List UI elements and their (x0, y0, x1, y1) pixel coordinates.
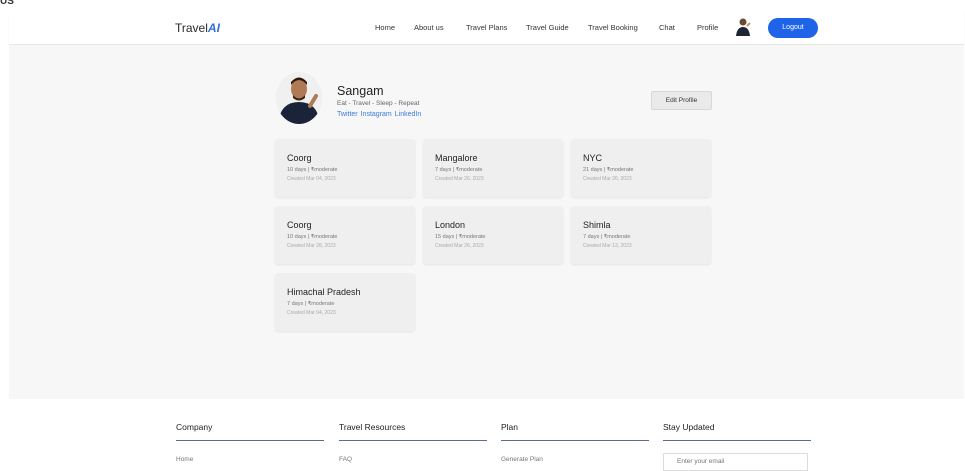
plan-meta: 7 days | ₹moderate (583, 234, 631, 240)
plan-title: London (435, 220, 466, 230)
plan-card[interactable]: Himachal Pradesh 7 days | ₹moderate Crea… (275, 273, 415, 331)
plan-meta: 15 days | ₹moderate (435, 234, 486, 240)
top-navbar: TravelAI Home About us Travel Plans Trav… (9, 12, 964, 45)
plan-created-date: Created Mar 26, 2023 (435, 176, 484, 182)
twitter-link[interactable]: Twitter (337, 111, 358, 118)
profile-name: Sangam (337, 84, 384, 98)
nav-travel-plans[interactable]: Travel Plans (466, 23, 507, 32)
plan-created-date: Created Mar 26, 2023 (583, 176, 632, 182)
footer-heading-travel-resources: Travel Resources (339, 422, 487, 441)
plan-created-date: Created Mar 04, 2023 (287, 176, 336, 182)
footer-link-home[interactable]: Home (176, 456, 193, 463)
nav-travel-guide[interactable]: Travel Guide (526, 23, 569, 32)
plan-title: Coorg (287, 220, 312, 230)
logo-prefix: Travel (175, 21, 208, 35)
edit-profile-button[interactable]: Edit Profile (651, 91, 712, 110)
corner-label: US (0, 0, 14, 7)
footer-link-generate-plan[interactable]: Generate Plan (501, 456, 543, 463)
plan-card[interactable]: Shimla 7 days | ₹moderate Created Mar 13… (571, 206, 711, 264)
plan-title: Shimla (583, 220, 611, 230)
logout-button[interactable]: Logout (768, 18, 818, 38)
profile-avatar (276, 72, 322, 124)
footer-heading-plan: Plan (501, 422, 649, 441)
plan-card[interactable]: NYC 21 days | ₹moderate Created Mar 26, … (571, 139, 711, 197)
plan-created-date: Created Mar 04, 2023 (287, 310, 336, 316)
plan-meta: 7 days | ₹moderate (435, 167, 483, 173)
plan-title: Mangalore (435, 153, 478, 163)
plan-meta: 10 days | ₹moderate (287, 234, 338, 240)
footer-heading-stay-updated: Stay Updated (663, 422, 811, 441)
plan-card[interactable]: London 15 days | ₹moderate Created Mar 2… (423, 206, 563, 264)
plan-created-date: Created Mar 13, 2023 (583, 243, 632, 249)
app-logo[interactable]: TravelAI (175, 21, 220, 35)
user-avatar-icon[interactable] (735, 17, 751, 37)
plan-created-date: Created Mar 28, 2023 (287, 243, 336, 249)
plan-title: Himachal Pradesh (287, 287, 361, 297)
footer-heading-company: Company (176, 422, 324, 441)
nav-about-us[interactable]: About us (414, 23, 444, 32)
plan-card[interactable]: Mangalore 7 days | ₹moderate Created Mar… (423, 139, 563, 197)
nav-home[interactable]: Home (375, 23, 395, 32)
instagram-link[interactable]: Instagram (361, 111, 392, 118)
plan-meta: 7 days | ₹moderate (287, 301, 335, 307)
logo-accent: AI (207, 21, 220, 35)
plan-title: NYC (583, 153, 603, 163)
nav-chat[interactable]: Chat (659, 23, 675, 32)
nav-profile[interactable]: Profile (697, 23, 718, 32)
plan-meta: 10 days | ₹moderate (287, 167, 338, 173)
nav-travel-booking[interactable]: Travel Booking (588, 23, 638, 32)
footer-link-faq[interactable]: FAQ (339, 456, 352, 463)
newsletter-email-input[interactable] (663, 453, 808, 471)
plan-card[interactable]: Coorg 10 days | ₹moderate Created Mar 04… (275, 139, 415, 197)
plan-title: Coorg (287, 153, 312, 163)
plan-meta: 21 days | ₹moderate (583, 167, 634, 173)
plan-card[interactable]: Coorg 10 days | ₹moderate Created Mar 28… (275, 206, 415, 264)
profile-tagline: Eat - Travel - Sleep - Repeat (337, 100, 420, 107)
social-links: Twitter Instagram LinkedIn (337, 111, 424, 118)
linkedin-link[interactable]: LinkedIn (395, 111, 421, 118)
plan-created-date: Created Mar 26, 2023 (435, 243, 484, 249)
